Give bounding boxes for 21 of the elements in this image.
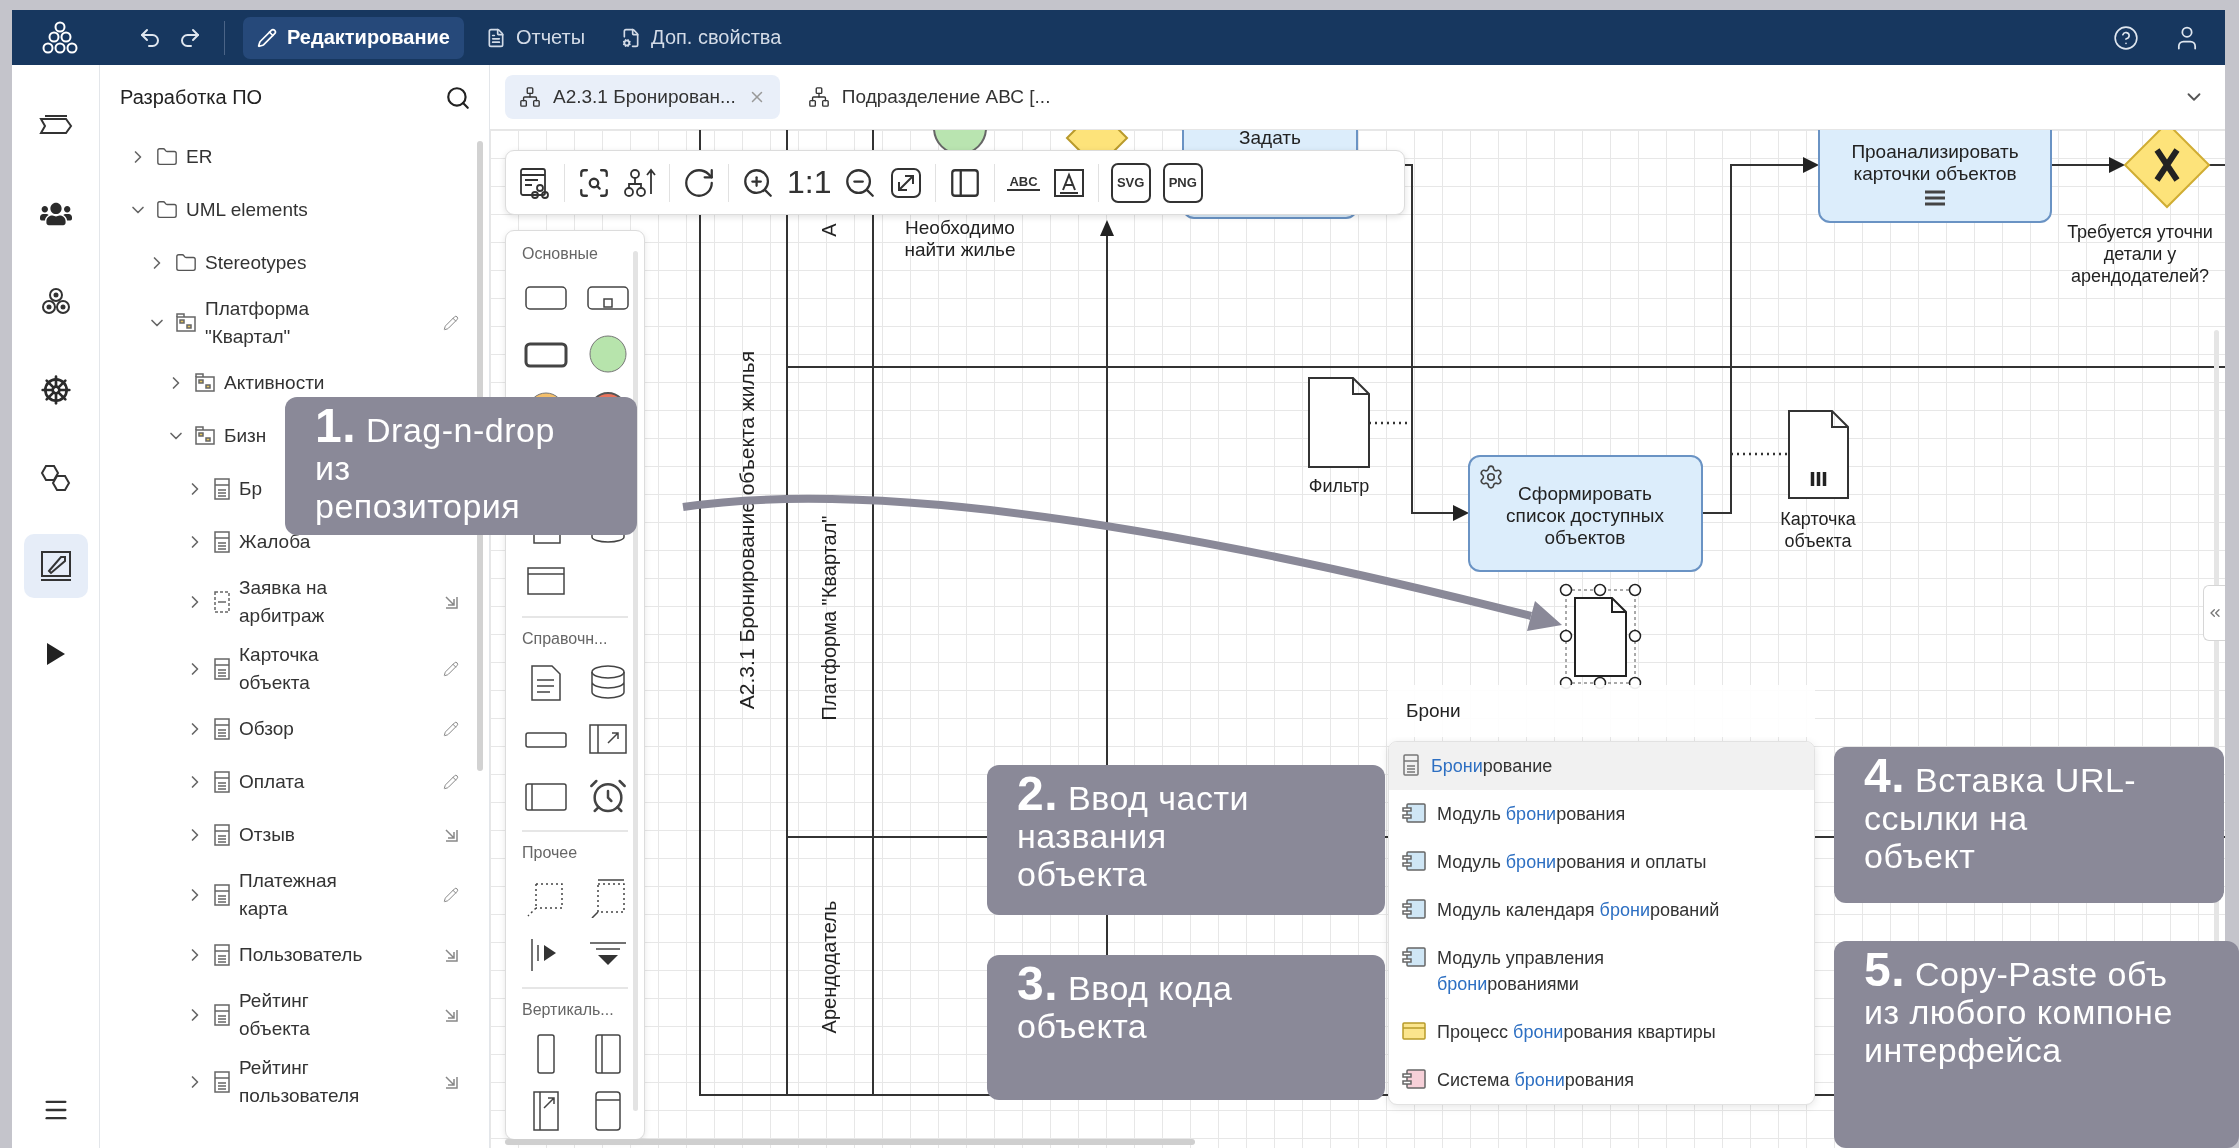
gateway-label: Требуется уточни детали у арендодателей?	[2067, 222, 2213, 286]
palette-section-title: Прочее	[522, 844, 579, 862]
palette-section-title: Основные	[522, 245, 599, 263]
lane-label: А	[818, 223, 841, 237]
palette-section-title: Вертикаль...	[522, 1001, 615, 1019]
lane-label: Платформа "Квартал"	[818, 515, 841, 721]
data-object-label: Фильтр	[1308, 476, 1370, 496]
lane-label: Арендодатель	[818, 900, 841, 1034]
annotation-tooltip: 4. Вставка URL- ссылки на объект	[1834, 747, 2224, 903]
tree-title: Разработка ПО	[120, 86, 263, 109]
event-label: Необходимо найти жилье	[904, 217, 1016, 260]
palette-section-title: Справочн...	[522, 630, 609, 648]
task-label: Проанализировать карточки объектов	[1851, 141, 2019, 184]
annotation-tooltip: 5. Copy-Paste объ из любого компоне интерфейса	[1834, 941, 2239, 1148]
data-object-label: Карточка объекта	[1780, 509, 1856, 551]
task-label: Задать	[1239, 130, 1301, 148]
pool-label: А2.3.1 Бронирование объекта жилья	[734, 350, 758, 710]
annotation-tooltip: 3. Ввод кода объекта	[987, 955, 1385, 1100]
annotation-tooltip: 1. Drag-n-drop из репозитория	[285, 397, 637, 535]
task-label: Сформировать список доступных объектов	[1506, 483, 1664, 548]
annotation-tooltip: 2. Ввод части названия объекта	[987, 765, 1385, 915]
